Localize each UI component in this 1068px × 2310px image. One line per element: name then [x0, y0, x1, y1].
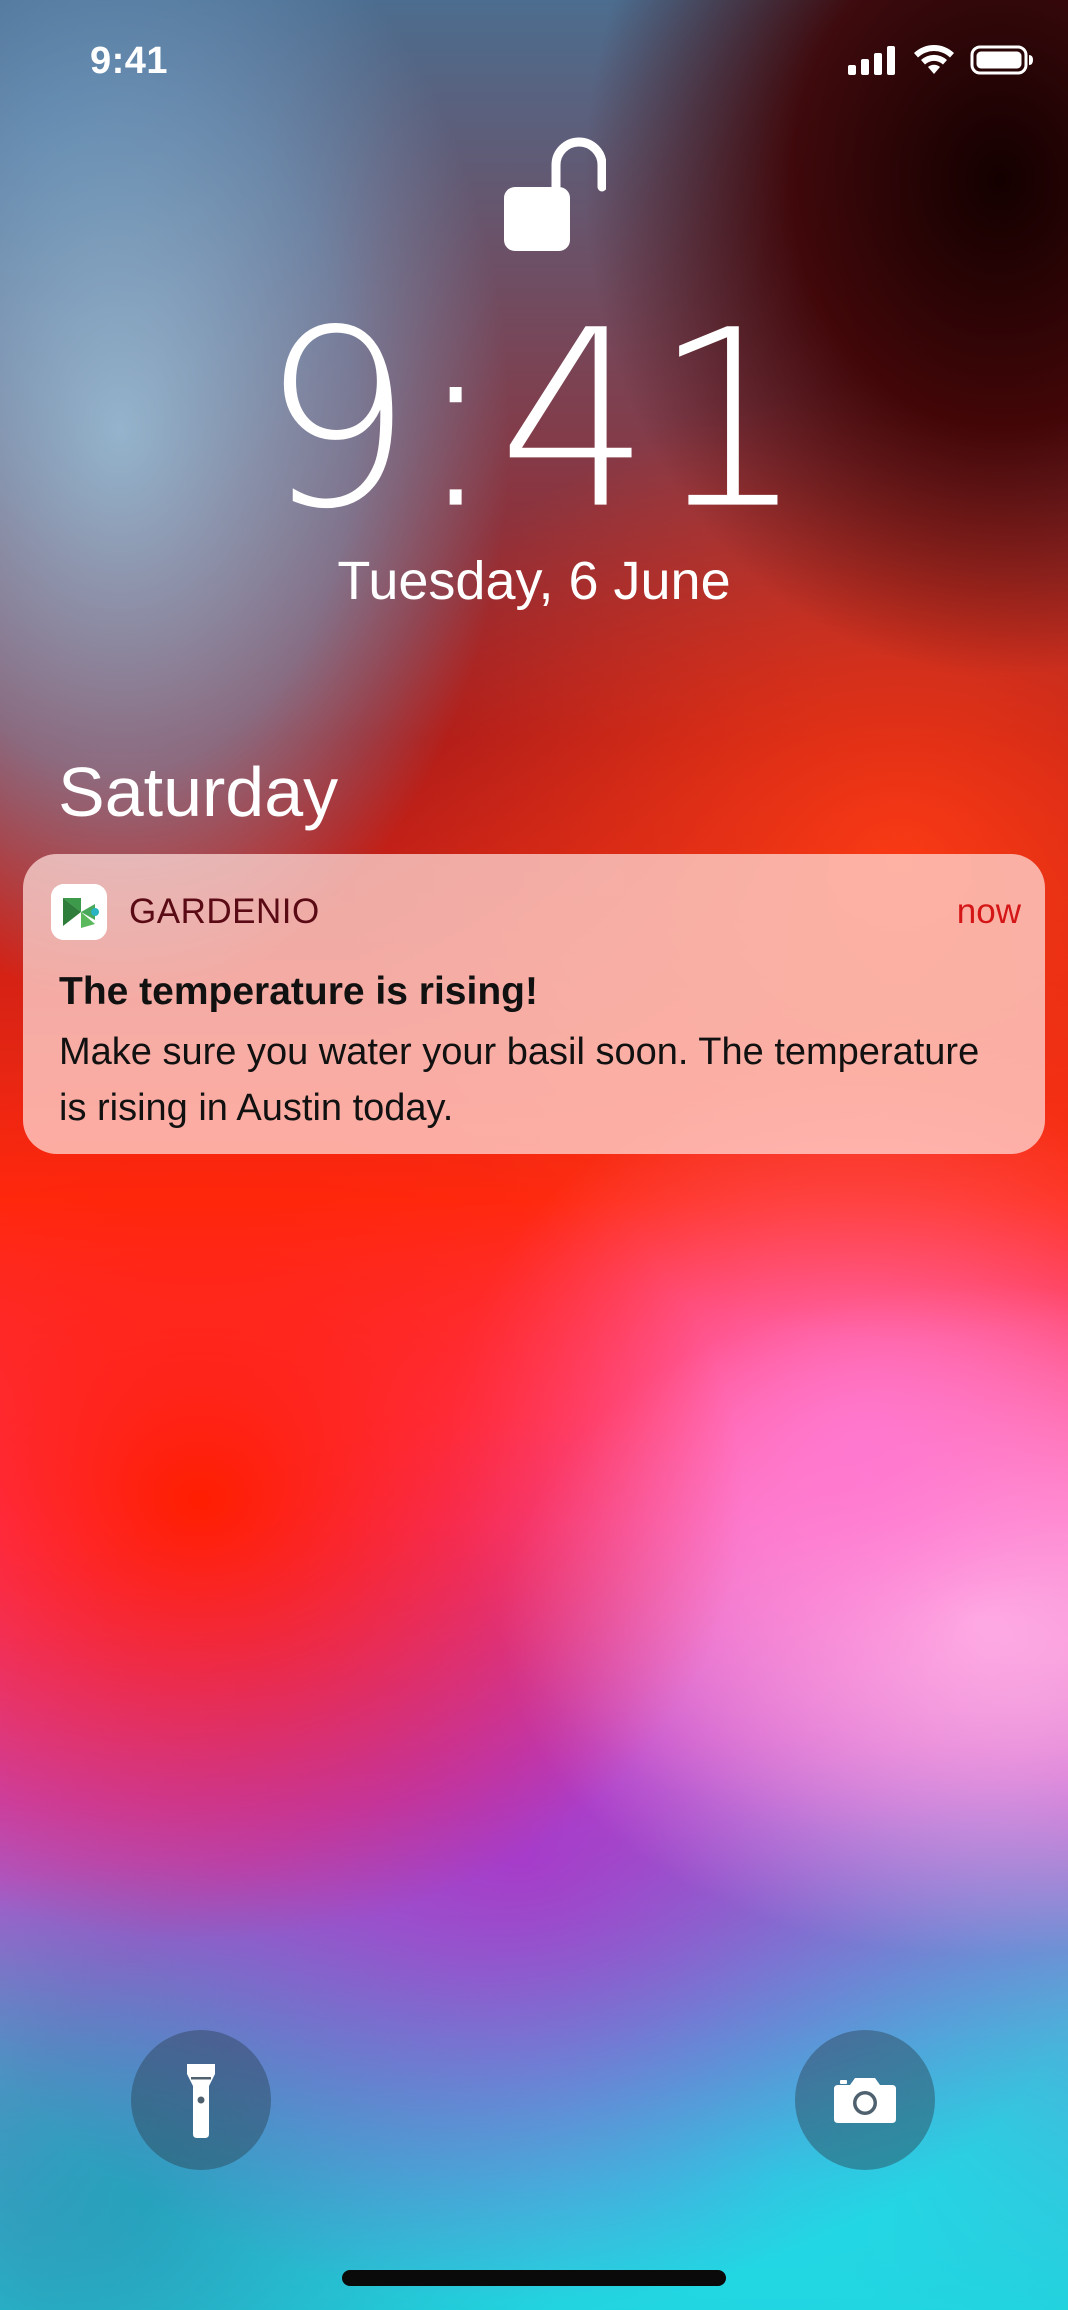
flashlight-icon: [187, 2064, 215, 2138]
notification-card[interactable]: GARDENIO now The temperature is rising! …: [23, 854, 1045, 1154]
lock-screen-date: Tuesday, 6 June: [337, 551, 731, 611]
camera-button[interactable]: [795, 2030, 935, 2170]
status-bar: 9:41: [0, 0, 1068, 130]
battery-icon: [970, 45, 1033, 75]
status-time: 9:41: [90, 40, 169, 82]
gardenio-leaf-icon: [51, 884, 107, 940]
notification-title: The temperature is rising!: [59, 970, 538, 1013]
notification-app-name: GARDENIO: [129, 892, 320, 931]
wifi-icon: [914, 45, 954, 74]
flashlight-button[interactable]: [131, 2030, 271, 2170]
unlocked-padlock-icon: [504, 137, 606, 251]
lock-screen-clock: 9:41: [260, 277, 808, 563]
home-indicator[interactable]: [342, 2270, 726, 2286]
notification-body: Make sure you water your basil soon. The…: [59, 1031, 980, 1129]
camera-icon: [834, 2078, 896, 2123]
notification-section-title: Saturday: [58, 753, 339, 831]
status-icons: [848, 44, 1034, 76]
cellular-signal-icon: [848, 46, 895, 75]
notification-time: now: [956, 892, 1021, 931]
